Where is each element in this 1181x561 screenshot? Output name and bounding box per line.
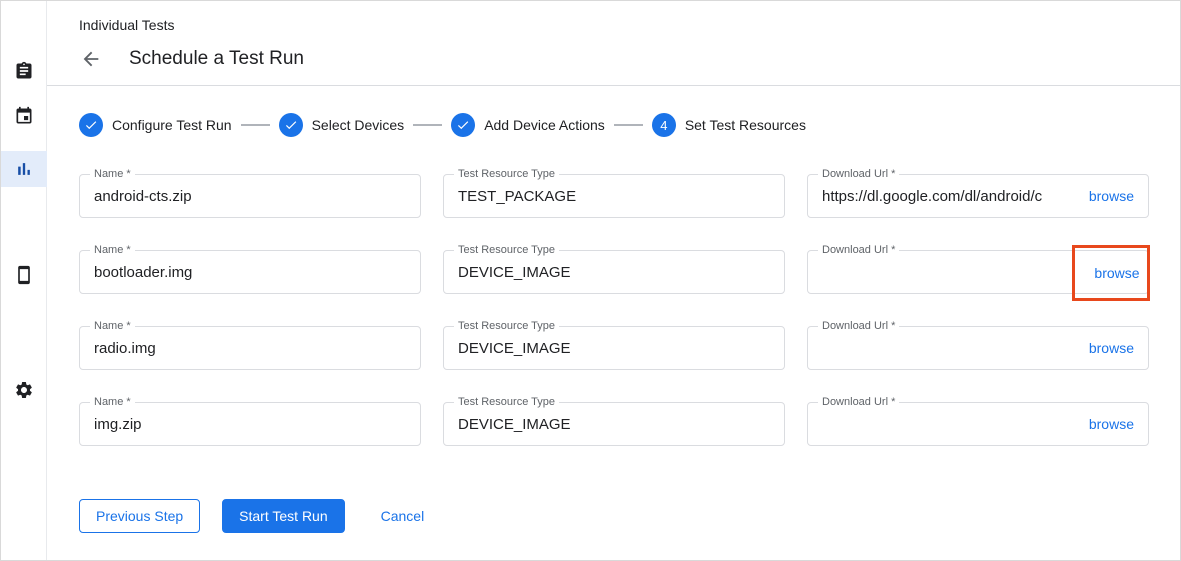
field-label: Test Resource Type: [454, 396, 559, 408]
stepper-connector: [614, 124, 643, 126]
download-url-field-row-3[interactable]: Download Url * browse: [807, 326, 1149, 370]
check-icon: [284, 118, 298, 132]
start-test-run-button[interactable]: Start Test Run: [222, 499, 344, 533]
step-configure-test-run[interactable]: Configure Test Run: [79, 113, 232, 137]
step-select-devices[interactable]: Select Devices: [279, 113, 405, 137]
browse-button[interactable]: browse: [1094, 265, 1139, 281]
clipboard-icon: [14, 61, 34, 81]
field-label: Test Resource Type: [454, 168, 559, 180]
sidebar: [1, 1, 47, 560]
stepper-connector: [413, 124, 442, 126]
sidebar-item-settings[interactable]: [1, 372, 47, 408]
step-label: Add Device Actions: [484, 117, 605, 133]
back-arrow-icon: [80, 48, 102, 70]
stepper: Configure Test Run Select Devices Add De…: [79, 113, 1149, 137]
check-icon: [456, 118, 470, 132]
field-label: Name *: [90, 396, 135, 408]
field-label: Test Resource Type: [454, 320, 559, 332]
browse-button[interactable]: browse: [1089, 340, 1134, 356]
previous-step-button[interactable]: Previous Step: [79, 499, 200, 533]
sidebar-item-tests[interactable]: [1, 53, 47, 89]
main-panel: Individual Tests Schedule a Test Run Con…: [47, 1, 1180, 560]
field-label: Name *: [90, 244, 135, 256]
type-value: DEVICE_IMAGE: [458, 416, 571, 433]
sidebar-item-test-runs[interactable]: [1, 151, 47, 187]
header-divider: [47, 85, 1180, 86]
name-value: radio.img: [94, 340, 156, 357]
download-url-field-row-4[interactable]: Download Url * browse: [807, 402, 1149, 446]
cancel-button[interactable]: Cancel: [365, 500, 441, 532]
sidebar-item-devices[interactable]: [1, 257, 47, 293]
type-value: DEVICE_IMAGE: [458, 264, 571, 281]
name-value: bootloader.img: [94, 264, 192, 281]
sidebar-item-schedules[interactable]: [1, 98, 47, 134]
step-complete-icon: [451, 113, 475, 137]
name-value: android-cts.zip: [94, 188, 192, 205]
check-icon: [84, 118, 98, 132]
type-value: DEVICE_IMAGE: [458, 340, 571, 357]
step-add-device-actions[interactable]: Add Device Actions: [451, 113, 605, 137]
content: Configure Test Run Select Devices Add De…: [47, 113, 1180, 533]
browse-button[interactable]: browse: [1089, 416, 1134, 432]
page-title: Schedule a Test Run: [129, 48, 304, 70]
download-url-field-row-2[interactable]: Download Url * browse: [807, 250, 1149, 294]
field-label: Download Url *: [818, 168, 899, 180]
step-set-test-resources[interactable]: 4 Set Test Resources: [652, 113, 806, 137]
field-label: Download Url *: [818, 320, 899, 332]
test-resources-grid: Name * android-cts.zip Test Resource Typ…: [79, 174, 1149, 446]
highlight-box: browse: [1072, 245, 1150, 301]
url-value: https://dl.google.com/dl/android/c: [822, 188, 1077, 205]
field-label: Test Resource Type: [454, 244, 559, 256]
name-field-row-2[interactable]: Name * bootloader.img: [79, 250, 421, 294]
stepper-connector: [241, 124, 270, 126]
step-label: Configure Test Run: [112, 117, 232, 133]
field-label: Name *: [90, 168, 135, 180]
breadcrumb: Individual Tests: [79, 17, 1180, 33]
title-row: Schedule a Test Run: [79, 47, 1180, 85]
type-field-row-1[interactable]: Test Resource Type TEST_PACKAGE: [443, 174, 785, 218]
back-button[interactable]: [79, 47, 103, 71]
download-url-field-row-1[interactable]: Download Url * https://dl.google.com/dl/…: [807, 174, 1149, 218]
step-number-badge: 4: [652, 113, 676, 137]
name-value: img.zip: [94, 416, 142, 433]
bar-chart-icon: [14, 159, 34, 179]
app-window: Individual Tests Schedule a Test Run Con…: [0, 0, 1181, 561]
type-field-row-4[interactable]: Test Resource Type DEVICE_IMAGE: [443, 402, 785, 446]
type-value: TEST_PACKAGE: [458, 188, 576, 205]
field-label: Name *: [90, 320, 135, 332]
type-field-row-2[interactable]: Test Resource Type DEVICE_IMAGE: [443, 250, 785, 294]
name-field-row-3[interactable]: Name * radio.img: [79, 326, 421, 370]
name-field-row-1[interactable]: Name * android-cts.zip: [79, 174, 421, 218]
step-label: Set Test Resources: [685, 117, 806, 133]
smartphone-icon: [14, 265, 34, 285]
field-label: Download Url *: [818, 244, 899, 256]
step-complete-icon: [79, 113, 103, 137]
type-field-row-3[interactable]: Test Resource Type DEVICE_IMAGE: [443, 326, 785, 370]
calendar-icon: [14, 106, 34, 126]
header: Individual Tests Schedule a Test Run: [47, 1, 1180, 85]
action-bar: Previous Step Start Test Run Cancel: [79, 499, 1149, 533]
field-label: Download Url *: [818, 396, 899, 408]
name-field-row-4[interactable]: Name * img.zip: [79, 402, 421, 446]
browse-button[interactable]: browse: [1089, 188, 1134, 204]
gear-icon: [14, 380, 34, 400]
step-label: Select Devices: [312, 117, 405, 133]
step-complete-icon: [279, 113, 303, 137]
